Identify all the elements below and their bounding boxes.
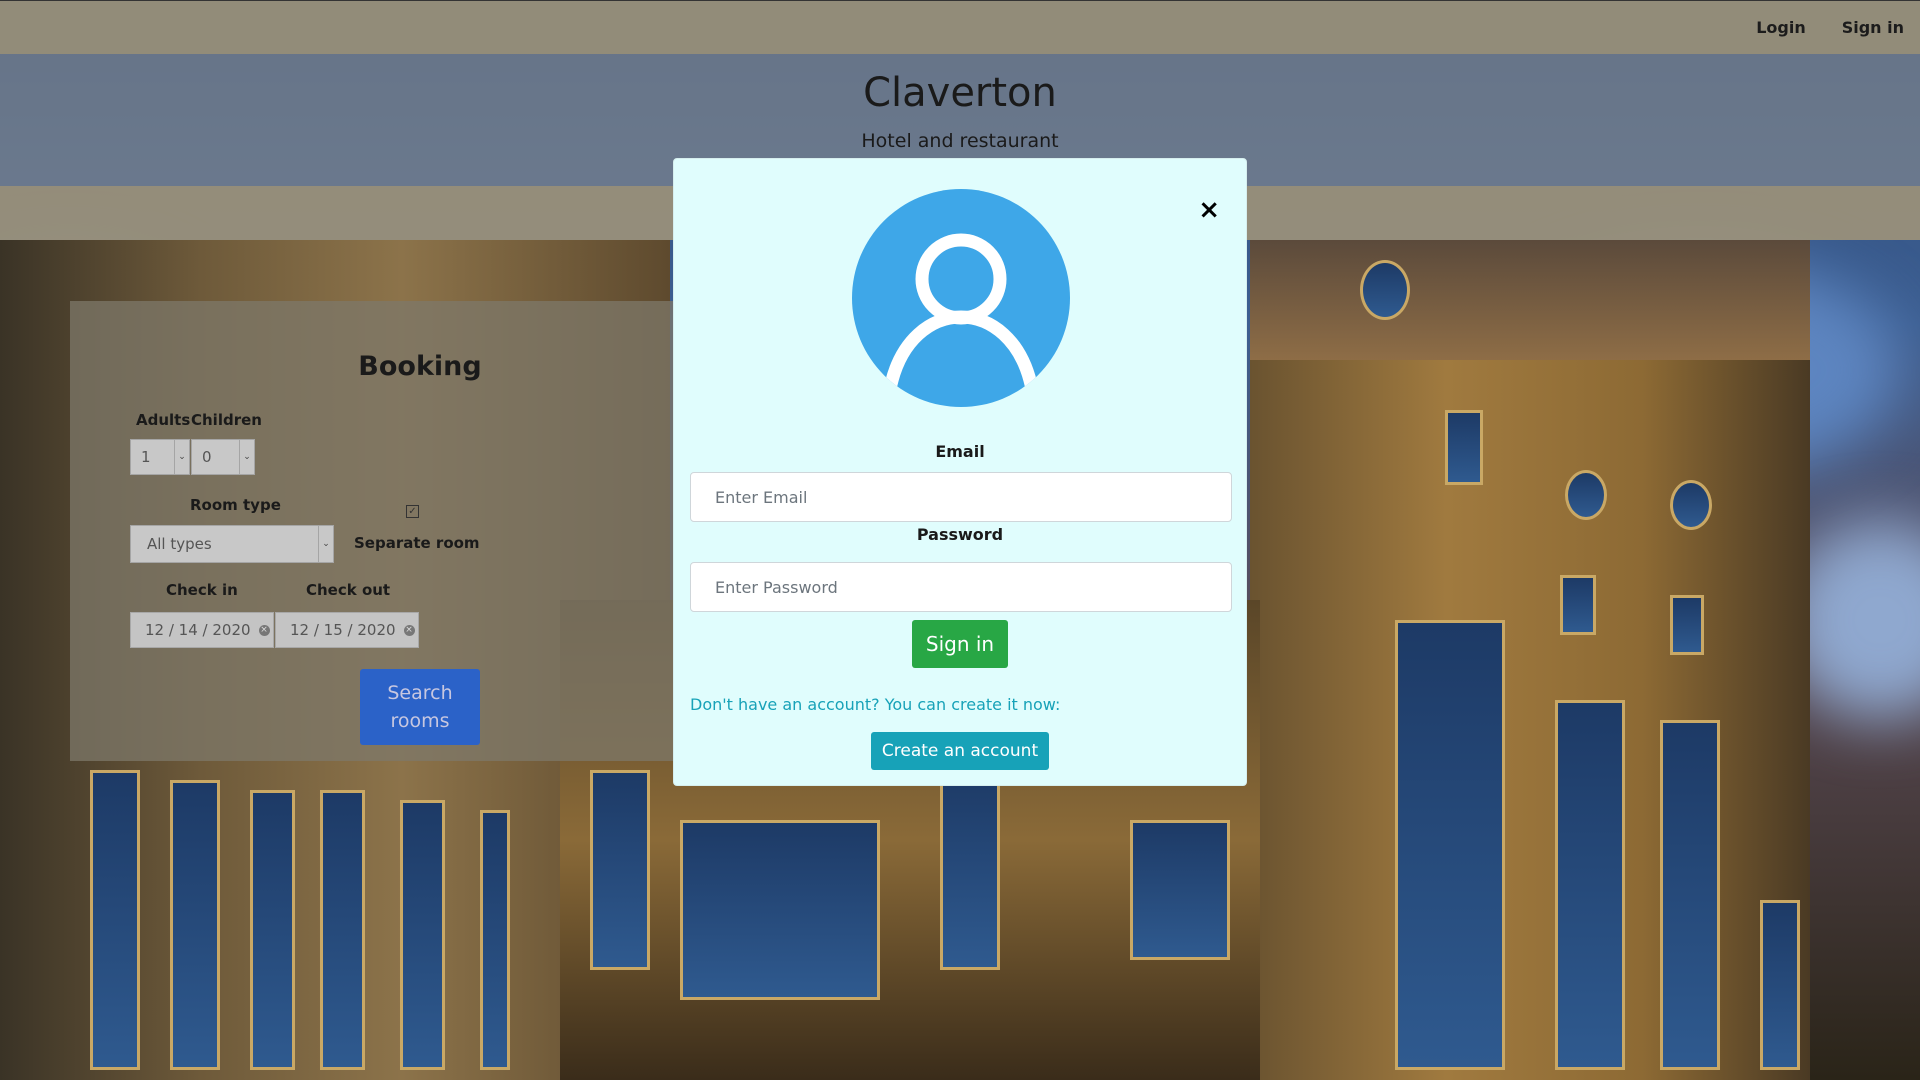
sign-in-button[interactable]: Sign in <box>912 620 1008 668</box>
room-type-label: Room type <box>190 496 281 514</box>
check-in-label: Check in <box>166 581 238 599</box>
room-type-select[interactable]: All types ⌄ <box>130 525 334 563</box>
top-nav-bar: Login Sign in <box>0 0 1920 54</box>
search-rooms-button[interactable]: Search rooms <box>360 669 480 745</box>
email-label: Email <box>935 442 985 461</box>
chevron-down-icon: ⌄ <box>174 440 189 474</box>
login-modal: × Email Password Sign in Don't have an a… <box>673 158 1247 786</box>
clear-icon[interactable]: × <box>403 624 415 636</box>
children-select[interactable]: 0 ⌄ <box>191 439 255 475</box>
adults-label: Adults <box>136 411 191 429</box>
login-link[interactable]: Login <box>1756 18 1806 37</box>
adults-select[interactable]: 1 ⌄ <box>130 439 190 475</box>
chevron-down-icon: ⌄ <box>318 526 333 562</box>
password-label: Password <box>916 525 1004 544</box>
children-label: Children <box>191 411 262 429</box>
check-in-date-input[interactable]: 12 / 14 / 2020 × <box>130 612 274 648</box>
children-value: 0 <box>202 448 212 466</box>
check-out-label: Check out <box>306 581 391 599</box>
hotel-name: Claverton <box>863 70 1057 116</box>
separate-room-checkbox[interactable]: ✓ <box>406 505 419 518</box>
chevron-down-icon: ⌄ <box>239 440 254 474</box>
create-account-button[interactable]: Create an account <box>871 732 1049 770</box>
booking-title: Booking <box>358 351 482 382</box>
booking-panel: Booking Adults Children 1 ⌄ 0 ⌄ Room typ… <box>70 301 675 761</box>
check-in-value: 12 / 14 / 2020 <box>145 621 251 639</box>
hotel-tagline: Hotel and restaurant <box>861 130 1059 152</box>
sign-in-link[interactable]: Sign in <box>1842 18 1904 37</box>
email-input[interactable] <box>690 472 1232 522</box>
close-icon[interactable]: × <box>1198 197 1220 223</box>
user-avatar-icon <box>852 189 1070 407</box>
room-type-value: All types <box>147 535 212 553</box>
top-nav: Login Sign in <box>1756 18 1904 37</box>
password-input[interactable] <box>690 562 1232 612</box>
create-account-hint: Don't have an account? You can create it… <box>690 695 1061 714</box>
clear-icon[interactable]: × <box>258 624 270 636</box>
check-out-value: 12 / 15 / 2020 <box>290 621 396 639</box>
check-out-date-input[interactable]: 12 / 15 / 2020 × <box>275 612 419 648</box>
separate-room-label: Separate room <box>354 534 480 552</box>
adults-value: 1 <box>141 448 151 466</box>
